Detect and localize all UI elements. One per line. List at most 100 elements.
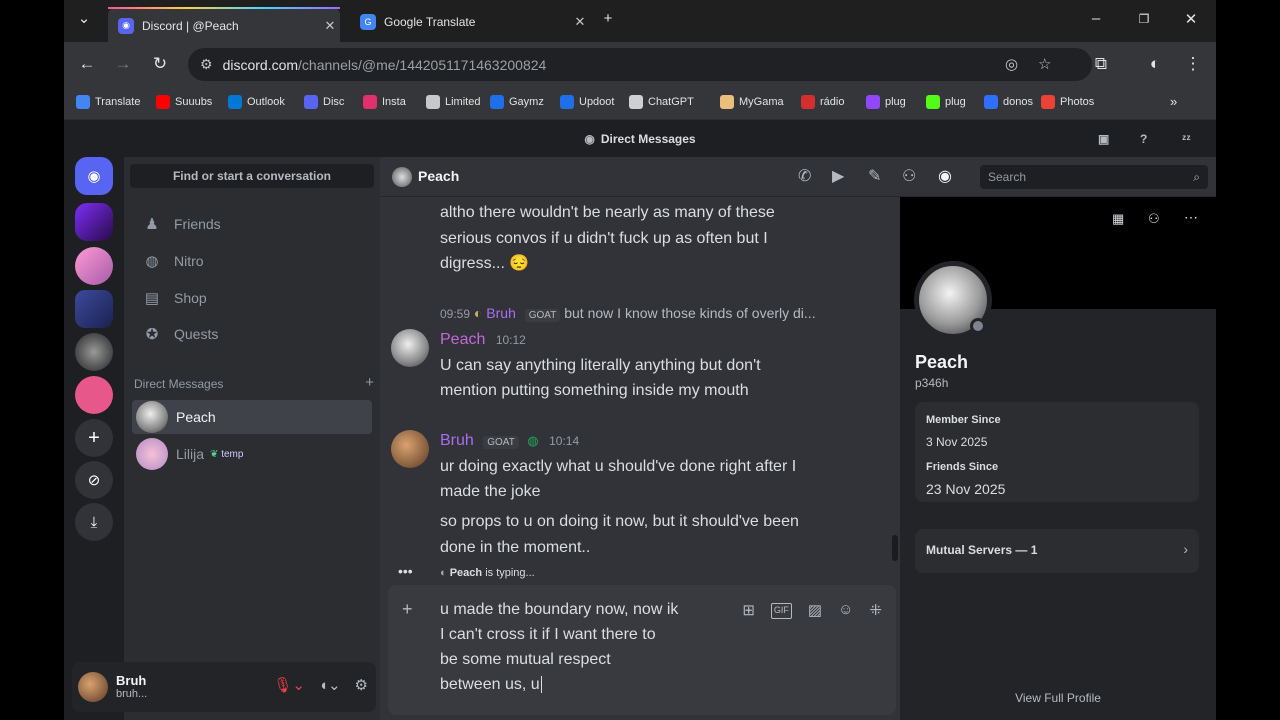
user-info[interactable]: Bruh bruh... xyxy=(116,674,147,701)
reply-preview[interactable]: 09:59 ◐ Bruh GOAT but now I know those k… xyxy=(440,305,816,322)
message-line: mention putting something inside my mout… xyxy=(440,382,749,399)
reload-icon[interactable]: ↻ xyxy=(149,54,171,74)
sidebar-item-label: Quests xyxy=(174,326,219,342)
tab-search-icon[interactable]: ⌄ xyxy=(72,9,96,27)
friends-since-value: 23 Nov 2025 xyxy=(926,481,1006,497)
mutual-servers-row[interactable]: Mutual Servers — 1 › xyxy=(915,529,1199,573)
sidebar-item-nitro[interactable]: ◍ Nitro xyxy=(132,244,372,278)
message-line: serious convos if u didn't fuck up as of… xyxy=(440,230,768,247)
url-bar[interactable]: ⚙ discord.com/channels/@me/1442051171463… xyxy=(188,48,1092,81)
mic-muted-icon[interactable]: 🎙︎⌄ xyxy=(273,676,305,694)
bookmark-item[interactable]: Photos xyxy=(1041,95,1094,109)
bookmark-item[interactable]: Limited xyxy=(426,95,480,109)
inbox-icon[interactable]: ▣ xyxy=(1098,132,1109,146)
attach-plus-icon[interactable]: + xyxy=(402,599,413,620)
message-line: made the joke xyxy=(440,483,541,500)
menu-icon[interactable]: ⋮ xyxy=(1182,54,1204,74)
apps-icon[interactable]: ⁜ xyxy=(869,601,882,619)
star-icon[interactable]: ☆ xyxy=(1038,55,1051,73)
scrollbar[interactable] xyxy=(892,535,898,561)
bookmark-item[interactable]: plug xyxy=(926,95,966,109)
restore-icon[interactable]: ❐ xyxy=(1132,12,1156,26)
pin-icon[interactable]: ✎ xyxy=(868,166,881,186)
find-conversation-input[interactable]: Find or start a conversation xyxy=(130,164,374,188)
eye-off-icon[interactable]: ◎ xyxy=(1005,55,1018,73)
headphones-icon[interactable]: ◖⌄ xyxy=(319,676,341,694)
server-icon[interactable] xyxy=(75,247,113,285)
dm-item-peach[interactable]: Peach xyxy=(132,400,372,434)
emoji-icon[interactable]: ☺ xyxy=(838,601,853,619)
server-icon[interactable] xyxy=(75,290,113,328)
avatar[interactable] xyxy=(391,430,429,468)
server-icon[interactable] xyxy=(75,376,113,414)
bookmark-item[interactable]: donos xyxy=(984,95,1033,109)
bookmark-item[interactable]: Gaymz xyxy=(490,95,544,109)
bookmark-item[interactable]: Insta xyxy=(363,95,406,109)
browser-window: ⌄ ◉ Discord | @Peach ✕ G Google Translat… xyxy=(64,0,1216,720)
globe-icon: ◍ xyxy=(527,433,539,448)
author-name[interactable]: Peach xyxy=(440,331,485,348)
profile-panel: ▦ ⚇ ⋯ Peach p346h Member Since 3 Nov 202… xyxy=(900,197,1216,720)
download-icon[interactable]: ⤓ xyxy=(75,503,113,541)
bookmark-item[interactable]: Outlook xyxy=(228,95,285,109)
gif-icon[interactable]: GIF xyxy=(770,603,792,619)
add-friends-icon[interactable]: ⚇ xyxy=(902,166,916,186)
sidebar-item-quests[interactable]: ✪ Quests xyxy=(132,317,372,351)
settings-gear-icon[interactable]: ⚙ xyxy=(355,676,368,694)
profile-icon[interactable]: ◐ xyxy=(1144,54,1166,74)
search-input[interactable]: Search ⌕ xyxy=(980,165,1208,189)
recipient-name[interactable]: Peach xyxy=(418,168,459,184)
bookmark-item[interactable]: Translate xyxy=(76,95,140,109)
user-profile-icon[interactable]: ◉ xyxy=(938,166,952,186)
bookmark-item[interactable]: MyGama xyxy=(720,95,784,109)
bookmark-item[interactable]: rádio xyxy=(801,95,844,109)
discord-home-icon[interactable]: ◉ xyxy=(75,157,113,195)
message-input[interactable]: u made the boundary now, now ik I can't … xyxy=(440,597,710,697)
bookmark-item[interactable]: ChatGPT xyxy=(629,95,694,109)
back-icon[interactable]: ← xyxy=(76,54,98,74)
more-bookmarks-icon[interactable]: » xyxy=(1170,94,1177,109)
bookmark-item[interactable]: Suuubs xyxy=(156,95,212,109)
bookmark-item[interactable]: plug xyxy=(866,95,906,109)
author-name[interactable]: Bruh xyxy=(440,432,474,449)
avatar[interactable] xyxy=(78,672,108,702)
voice-call-icon[interactable]: ✆ xyxy=(798,166,811,186)
tab-google-translate[interactable]: G Google Translate ✕ xyxy=(350,8,590,36)
extensions-icon[interactable]: ⧉ xyxy=(1090,54,1112,74)
tab-discord[interactable]: ◉ Discord | @Peach ✕ xyxy=(108,7,340,42)
discover-icon[interactable]: ⊘ xyxy=(75,461,113,499)
sticker-icon[interactable]: ▨ xyxy=(808,601,822,619)
forward-icon[interactable]: → xyxy=(112,54,134,74)
view-full-profile-link[interactable]: View Full Profile xyxy=(900,691,1216,705)
bookmark-item[interactable]: Disc xyxy=(304,95,344,109)
avatar[interactable] xyxy=(391,329,429,367)
user-controls: 🎙︎⌄ ◖⌄ ⚙ xyxy=(273,676,368,694)
sidebar-item-friends[interactable]: ♟ Friends xyxy=(132,207,372,241)
video-call-icon[interactable]: ▶ xyxy=(832,166,844,186)
add-server-icon[interactable]: + xyxy=(75,419,113,457)
note-icon[interactable]: ▦ xyxy=(1112,211,1124,227)
help-icon[interactable]: ? xyxy=(1140,132,1147,146)
sidebar-item-shop[interactable]: ▤ Shop xyxy=(132,281,372,315)
bookmark-favicon-icon xyxy=(426,95,440,109)
server-icon[interactable] xyxy=(75,203,113,241)
close-icon[interactable]: ✕ xyxy=(320,18,340,34)
add-friend-icon[interactable]: ⚇ xyxy=(1148,211,1160,227)
sleep-icon[interactable]: ᶻᶻ xyxy=(1182,132,1191,146)
site-info-icon[interactable]: ⚙ xyxy=(200,56,213,73)
message-composer[interactable]: + u made the boundary now, now ik I can'… xyxy=(388,585,896,715)
window-close-icon[interactable]: ✕ xyxy=(1179,10,1203,28)
close-icon[interactable]: ✕ xyxy=(570,14,590,30)
text-cursor xyxy=(540,676,542,693)
bookmark-label: plug xyxy=(945,96,966,108)
new-tab-icon[interactable]: + xyxy=(596,10,620,27)
more-options-icon[interactable]: ⋯ xyxy=(1184,209,1198,226)
create-dm-icon[interactable]: + xyxy=(365,374,374,391)
server-icon[interactable] xyxy=(75,333,113,371)
dm-name: Peach xyxy=(176,409,216,425)
bookmark-label: Suuubs xyxy=(175,96,213,108)
bookmark-item[interactable]: Updoot xyxy=(560,95,614,109)
gift-icon[interactable]: ⊞ xyxy=(742,601,755,619)
minimize-icon[interactable]: – xyxy=(1084,10,1108,27)
dm-item-lilija[interactable]: Lilija ❦ temp xyxy=(132,437,372,471)
